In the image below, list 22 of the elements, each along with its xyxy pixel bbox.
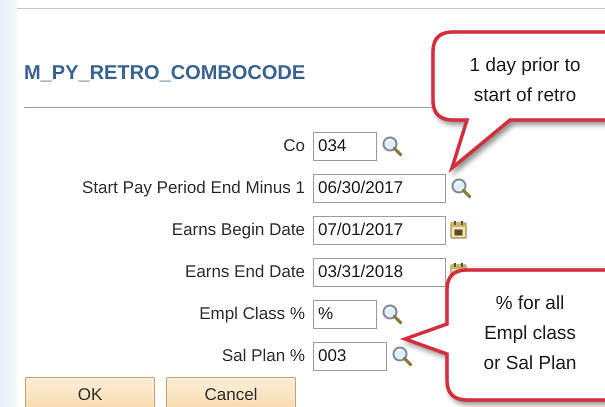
search-icon[interactable] xyxy=(391,345,413,367)
field-label: Sal Plan % xyxy=(220,345,305,368)
search-icon[interactable] xyxy=(381,303,403,325)
input-field[interactable]: 03/31/2018 xyxy=(313,258,446,286)
tooltip-text: 1 day prior to start of retro xyxy=(470,54,580,108)
field-label: Empl Class % xyxy=(198,303,305,326)
page-title: M_PY_RETRO_COMBOCODE xyxy=(24,61,306,85)
calendar-icon[interactable] xyxy=(450,220,468,240)
input-field[interactable]: % xyxy=(313,300,377,328)
dialog-button[interactable]: OK xyxy=(25,376,155,407)
field-label: Earns Begin Date xyxy=(170,219,305,242)
field-label: Earns End Date xyxy=(184,261,305,284)
input-field[interactable]: 07/01/2017 xyxy=(313,216,446,244)
field-label: Start Pay Period End Minus 1 xyxy=(80,177,305,200)
input-field[interactable]: 034 xyxy=(313,132,377,160)
search-icon[interactable] xyxy=(381,135,403,157)
dialog-button[interactable]: Cancel xyxy=(166,376,296,407)
search-icon[interactable] xyxy=(450,177,472,199)
field-label: Co xyxy=(282,135,305,158)
tooltip-text: % for all Empl class or Sal Plan xyxy=(484,292,576,376)
input-field[interactable]: 06/30/2017 xyxy=(313,174,446,202)
input-field[interactable]: 003 xyxy=(313,342,387,370)
